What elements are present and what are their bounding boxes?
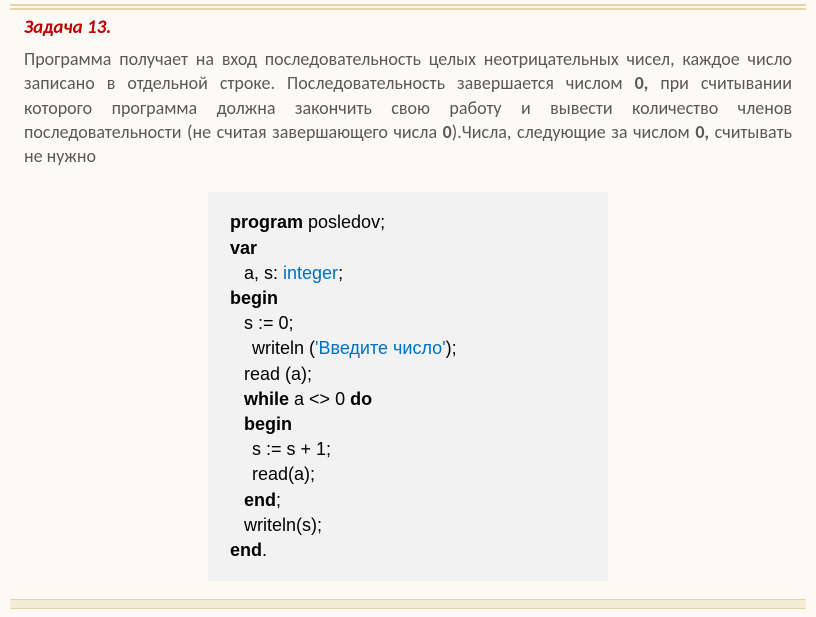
code-text: ; xyxy=(338,263,343,283)
code-line-10: s := s + 1; xyxy=(230,437,586,462)
code-line-8: while a <> 0 do xyxy=(230,387,586,412)
code-line-2: var xyxy=(230,236,586,261)
code-text: ; xyxy=(276,490,281,510)
kw-end: end xyxy=(230,540,262,560)
content-area: Задача 13. Программа получает на вход по… xyxy=(0,10,816,581)
code-line-3: a, s: integer; xyxy=(230,261,586,286)
type-integer: integer xyxy=(283,263,338,283)
code-text: ; xyxy=(289,313,294,333)
num-0: 0 xyxy=(335,389,345,409)
code-line-5: s := 0; xyxy=(230,311,586,336)
code-text: writeln(s); xyxy=(244,515,322,535)
code-line-7: read (a); xyxy=(230,362,586,387)
code-line-11: read(a); xyxy=(230,462,586,487)
desc-bold-3: 0, xyxy=(695,121,709,143)
code-text: . xyxy=(262,540,267,560)
code-line-14: end. xyxy=(230,538,586,563)
code-text: posledov; xyxy=(303,212,385,232)
code-line-1: program posledov; xyxy=(230,210,586,235)
code-text: a <> xyxy=(289,389,335,409)
code-text: writeln ( xyxy=(252,338,315,358)
num-1: 1 xyxy=(316,439,326,459)
code-text: read(a); xyxy=(252,464,315,484)
code-line-9: begin xyxy=(230,412,586,437)
kw-while: while xyxy=(244,389,289,409)
code-line-4: begin xyxy=(230,286,586,311)
kw-do: do xyxy=(350,389,372,409)
num-0: 0 xyxy=(279,313,289,333)
code-text: s := s + xyxy=(252,439,316,459)
kw-begin: begin xyxy=(230,288,278,308)
desc-bold-2: 0 xyxy=(443,121,452,143)
bottom-divider xyxy=(10,599,806,609)
code-text: s := xyxy=(244,313,279,333)
code-block: program posledov; var a, s: integer; beg… xyxy=(208,192,608,581)
code-text: ); xyxy=(446,338,457,358)
code-line-13: writeln(s); xyxy=(230,513,586,538)
code-text: read (a); xyxy=(244,364,312,384)
desc-text-3: ).Числа, следующие за числом xyxy=(452,121,696,143)
task-title: Задача 13. xyxy=(24,16,792,39)
task-description: Программа получает на вход последователь… xyxy=(24,47,792,168)
desc-bold-1: 0, xyxy=(635,72,649,94)
kw-var: var xyxy=(230,238,257,258)
kw-begin: begin xyxy=(244,414,292,434)
code-text: ; xyxy=(326,439,331,459)
code-line-12: end; xyxy=(230,488,586,513)
kw-end: end xyxy=(244,490,276,510)
code-text: a, s: xyxy=(244,263,283,283)
code-line-6: writeln ('Введите число'); xyxy=(230,336,586,361)
kw-program: program xyxy=(230,212,303,232)
string-literal: 'Введите число' xyxy=(315,338,446,358)
